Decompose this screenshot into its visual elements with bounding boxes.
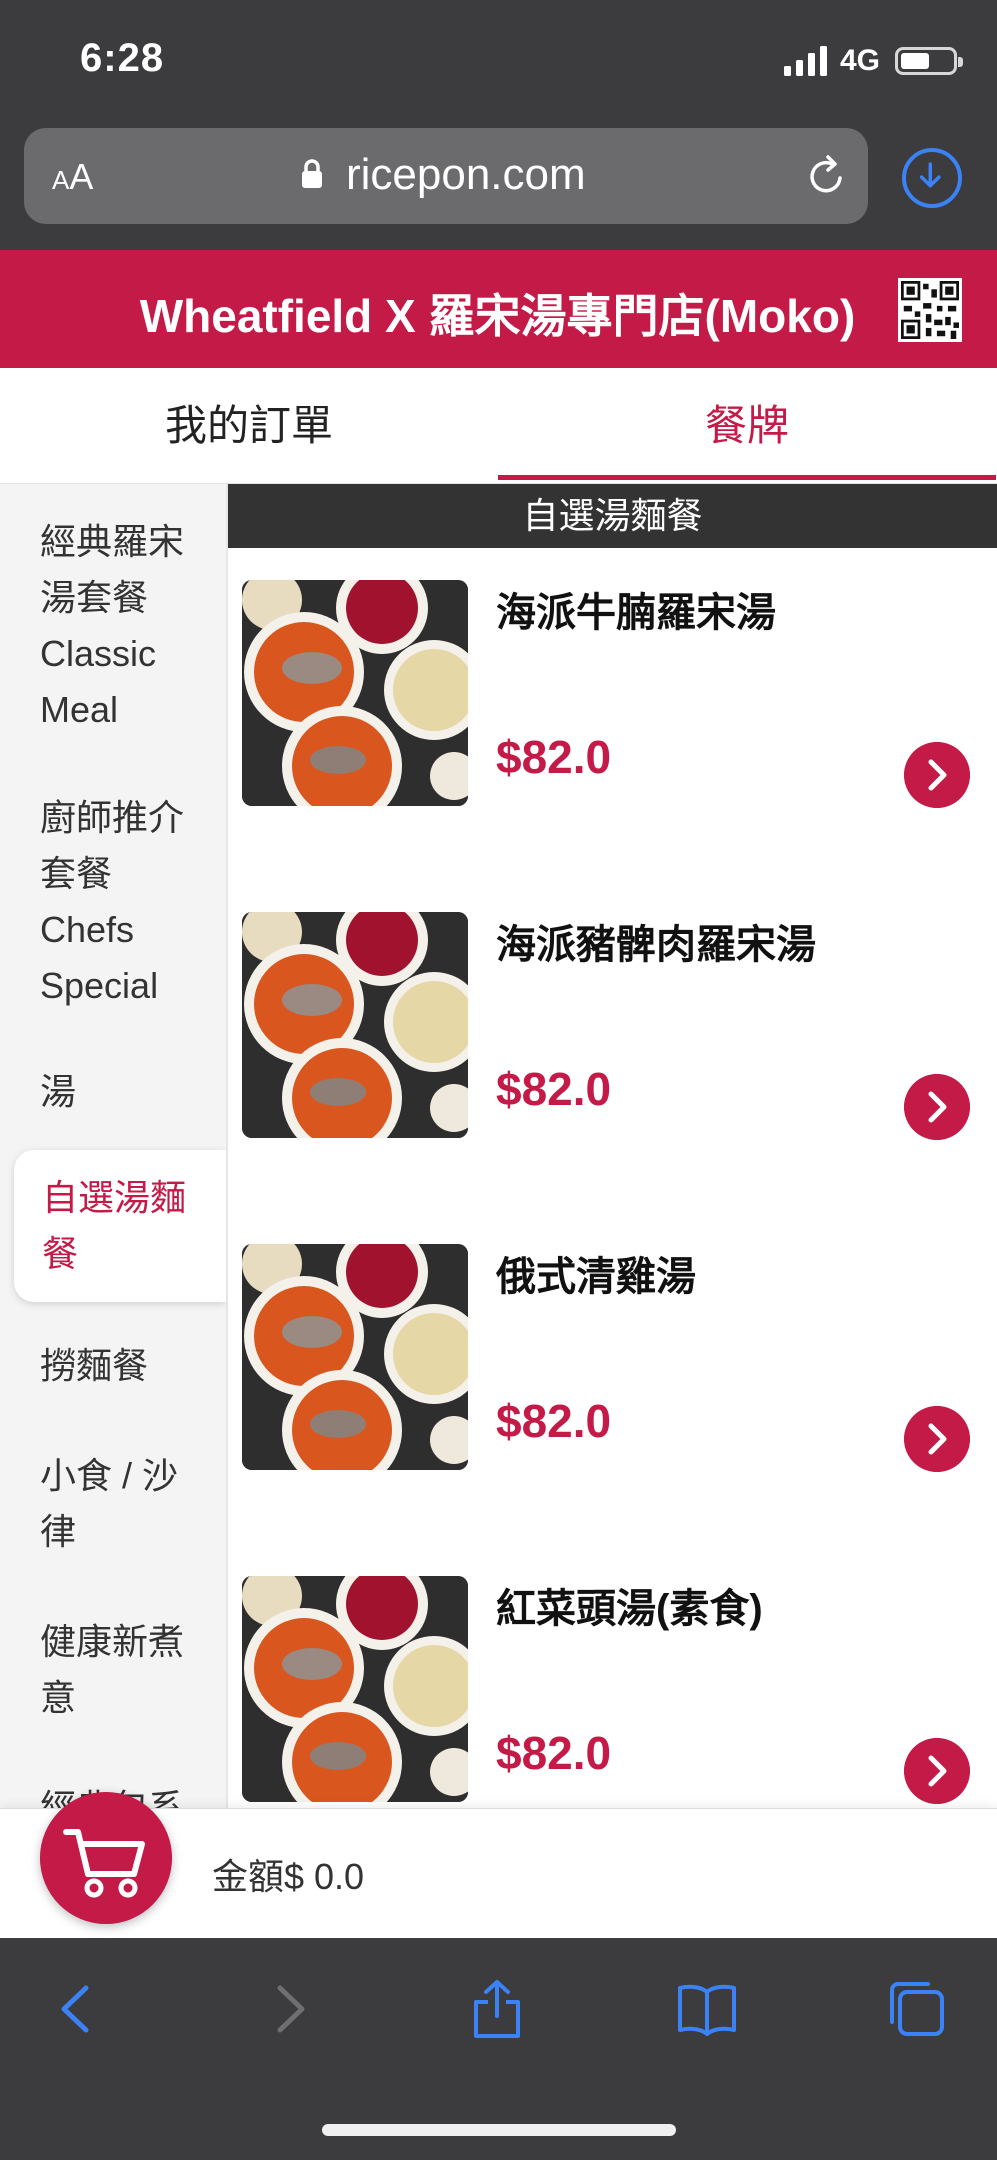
food-photo xyxy=(242,580,468,806)
network-type: 4G xyxy=(840,44,881,77)
category-soup[interactable]: 湯 xyxy=(0,1064,226,1120)
bookmarks-icon[interactable] xyxy=(676,1978,738,2040)
item-name: 海派牛腩羅宋湯 xyxy=(496,591,776,635)
item-name: 紅菜頭湯(素食) xyxy=(496,1587,763,1631)
address-bar[interactable]: AA ricepon.com xyxy=(24,128,868,224)
home-indicator xyxy=(322,2124,676,2136)
cart-total: 金額$ 0.0 xyxy=(212,1856,365,1897)
menu-item[interactable]: 俄式清雞湯 $82.0 xyxy=(228,1244,997,1576)
menu-list[interactable]: 自選湯麵餐 海派牛腩羅宋湯 $82.0 海派豬髀肉羅宋湯 $82.0 俄式清雞湯… xyxy=(228,484,997,1808)
share-icon[interactable] xyxy=(466,1978,528,2040)
chevron-right-icon[interactable] xyxy=(904,1406,970,1472)
store-name: Wheatfield X 羅宋湯專門店(Moko) xyxy=(139,290,856,342)
tab-my-orders[interactable]: 我的訂單 xyxy=(0,368,498,484)
menu-item[interactable]: 海派豬髀肉羅宋湯 $82.0 xyxy=(228,912,997,1244)
chevron-right-icon[interactable] xyxy=(904,1074,970,1140)
store-header: Wheatfield X 羅宋湯專門店(Moko) xyxy=(0,250,997,368)
tab-menu[interactable]: 餐牌 xyxy=(498,368,996,484)
food-photo xyxy=(242,1576,468,1802)
tabs-icon[interactable] xyxy=(884,1978,946,2040)
chevron-right-icon[interactable] xyxy=(904,1738,970,1804)
item-price: $82.0 xyxy=(496,1395,612,1447)
reload-icon[interactable] xyxy=(802,152,850,200)
status-time: 6:28 xyxy=(80,36,165,80)
menu-item[interactable]: 海派牛腩羅宋湯 $82.0 xyxy=(228,580,997,912)
back-icon[interactable] xyxy=(46,1978,108,2040)
battery-level xyxy=(901,53,929,69)
lock-icon xyxy=(302,159,322,188)
cart-icon[interactable] xyxy=(40,1792,172,1924)
item-price: $82.0 xyxy=(496,731,612,783)
category-healthy[interactable]: 健康新煮意 xyxy=(0,1614,226,1726)
category-classic-meal[interactable]: 經典羅宋湯套餐 Classic Meal xyxy=(0,514,226,738)
forward-icon[interactable] xyxy=(258,1978,320,2040)
download-icon[interactable] xyxy=(902,148,962,208)
category-chefs-special[interactable]: 廚師推介套餐 Chefs Special xyxy=(0,790,226,1014)
category-sidebar[interactable]: 經典羅宋湯套餐 Classic Meal 廚師推介套餐 Chefs Specia… xyxy=(0,484,228,1808)
item-price: $82.0 xyxy=(496,1727,612,1779)
qr-code-icon[interactable] xyxy=(898,278,962,342)
chevron-right-icon[interactable] xyxy=(904,742,970,808)
item-name: 海派豬髀肉羅宋湯 xyxy=(496,923,816,967)
text-size-button[interactable]: AA xyxy=(52,156,93,198)
item-name: 俄式清雞湯 xyxy=(496,1255,696,1299)
category-custom-soup-noodle[interactable]: 自選湯麵餐 xyxy=(14,1150,226,1302)
section-title: 自選湯麵餐 xyxy=(228,484,997,548)
food-photo xyxy=(242,912,468,1138)
order-menu-tabs: 我的訂單 餐牌 xyxy=(0,368,997,484)
food-photo xyxy=(242,1244,468,1470)
status-bar: 6:28 4G xyxy=(0,0,997,120)
signal-icon xyxy=(784,46,827,76)
category-tossed-noodle[interactable]: 撈麵餐 xyxy=(0,1338,226,1394)
category-snacks-salad[interactable]: 小食 / 沙律 xyxy=(0,1448,226,1560)
url-domain: ricepon.com xyxy=(346,150,586,199)
item-price: $82.0 xyxy=(496,1063,612,1115)
battery-icon xyxy=(895,47,963,75)
menu-item[interactable]: 紅菜頭湯(素食) $82.0 xyxy=(228,1576,997,1808)
